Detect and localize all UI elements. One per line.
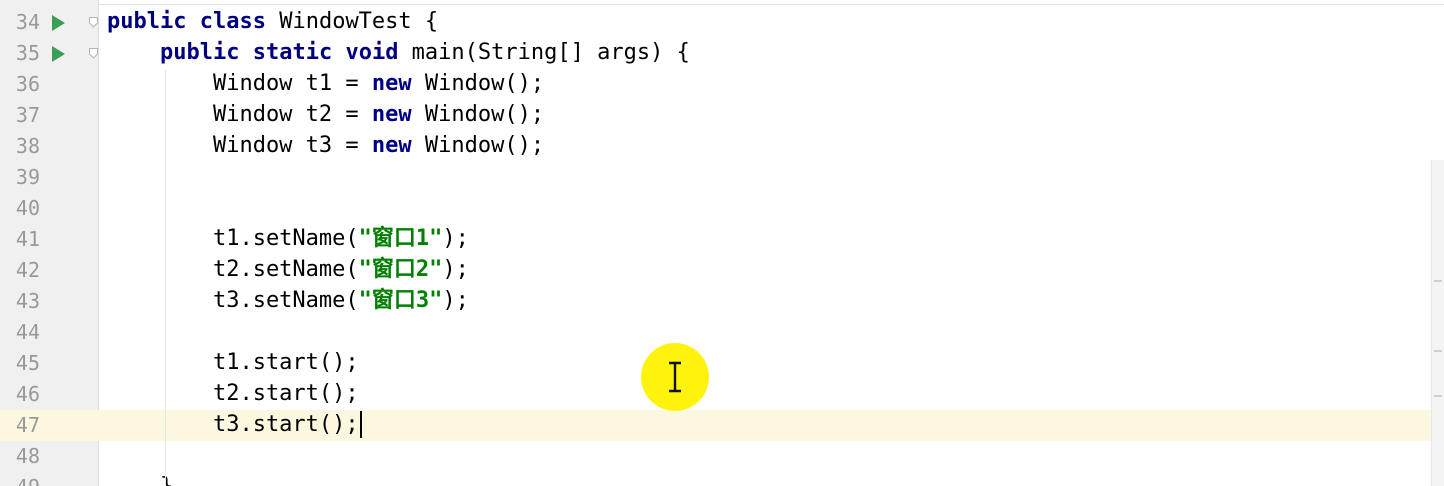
code-token: ); (442, 257, 469, 282)
code-line[interactable]: 37 Window t2 = new Window(); (0, 100, 1444, 131)
text-caret (359, 411, 362, 438)
scrollbar-marker (1434, 395, 1442, 397)
line-number: 45 (15, 351, 40, 375)
line-number: 40 (15, 196, 40, 220)
indent-guide (165, 70, 166, 486)
code-token: t3.setName( (107, 288, 359, 313)
code-line[interactable]: 46 t2.start(); (0, 379, 1444, 410)
line-number: 42 (15, 258, 40, 282)
code-line[interactable]: 43 t3.setName("窗口3"); (0, 286, 1444, 317)
code-token: WindowTest { (265, 9, 439, 34)
line-number: 36 (15, 72, 40, 96)
code-token: Window(); (411, 133, 545, 158)
keyword-token: void (345, 40, 399, 65)
code-text[interactable]: Window t2 = new Window(); (107, 103, 544, 127)
scrollbar-marker (1434, 350, 1442, 352)
line-number: 48 (15, 444, 40, 468)
keyword-token: new (371, 133, 412, 158)
line-number: 39 (15, 165, 40, 189)
code-line[interactable]: 48 (0, 441, 1444, 472)
code-token: ); (442, 226, 469, 251)
line-number: 38 (15, 134, 40, 158)
code-token: t2.start(); (107, 381, 359, 406)
code-token: Window t1 = (107, 71, 372, 96)
code-line[interactable]: 49 } (0, 472, 1444, 486)
scrollbar-marker (1434, 280, 1442, 282)
code-line[interactable]: 47 t3.start(); (0, 410, 1444, 441)
code-line[interactable]: 36 Window t1 = new Window(); (0, 69, 1444, 100)
code-line[interactable]: 41 t1.setName("窗口1"); (0, 224, 1444, 255)
keyword-token: static (252, 40, 333, 65)
code-text[interactable]: } (107, 475, 173, 486)
code-text[interactable]: t2.setName("窗口2"); (107, 258, 469, 282)
code-line[interactable]: 34 public class WindowTest { (0, 7, 1444, 38)
code-token: t3.start(); (107, 412, 359, 437)
string-token: "窗口1" (358, 226, 443, 251)
line-number: 37 (15, 103, 40, 127)
keyword-token: public (107, 9, 187, 34)
code-line[interactable]: 42 t2.setName("窗口2"); (0, 255, 1444, 286)
editor-top-divider (99, 4, 1444, 5)
code-token: t1.setName( (107, 226, 359, 251)
line-number: 49 (6, 476, 40, 486)
code-token: ); (442, 288, 469, 313)
code-line[interactable]: 35 public static void main(String[] args… (0, 38, 1444, 69)
code-token: Window(); (411, 71, 545, 96)
keyword-token: new (371, 102, 412, 127)
keyword-token: class (199, 9, 266, 34)
code-line[interactable]: 39 (0, 162, 1444, 193)
string-token: "窗口2" (358, 257, 443, 282)
code-text[interactable]: t1.setName("窗口1"); (107, 227, 469, 251)
code-editor[interactable]: 34 public class WindowTest { 35 public sta… (0, 0, 1444, 486)
code-text[interactable]: Window t3 = new Window(); (107, 134, 544, 158)
code-text[interactable]: Window t1 = new Window(); (107, 72, 544, 96)
code-token: } (107, 474, 173, 486)
code-line[interactable]: 44 (0, 317, 1444, 348)
code-text[interactable]: public static void main(String[] args) { (107, 41, 690, 65)
code-text[interactable]: t3.start(); (107, 413, 359, 437)
code-line[interactable]: 45 t1.start(); (0, 348, 1444, 379)
text-cursor-ibeam-icon (669, 361, 681, 393)
keyword-token: public (159, 40, 240, 65)
line-number: 43 (15, 289, 40, 313)
string-token: "窗口3" (358, 288, 443, 313)
line-number: 44 (15, 320, 40, 344)
code-text[interactable]: t2.start(); (107, 382, 359, 406)
fold-icon[interactable] (89, 17, 98, 28)
code-text[interactable]: t1.start(); (107, 351, 359, 375)
line-number: 46 (15, 382, 40, 406)
code-token: Window t2 = (107, 102, 372, 127)
code-token: Window t3 = (107, 133, 372, 158)
run-icon[interactable] (52, 15, 65, 31)
code-text[interactable]: t3.setName("窗口3"); (107, 289, 469, 313)
line-number: 35 (15, 41, 40, 65)
code-line[interactable]: 40 (0, 193, 1444, 224)
keyword-token: new (371, 71, 412, 96)
run-icon[interactable] (52, 46, 65, 62)
code-token: Window(); (411, 102, 545, 127)
code-token: t2.setName( (107, 257, 359, 282)
code-line[interactable]: 38 Window t3 = new Window(); (0, 131, 1444, 162)
line-number: 41 (15, 227, 40, 251)
line-number: 47 (15, 413, 40, 437)
code-token: main(String[] args) { (398, 40, 690, 65)
code-token: t1.start(); (107, 350, 359, 375)
line-number: 34 (15, 10, 40, 34)
code-text[interactable]: public class WindowTest { (107, 10, 438, 34)
vertical-scrollbar[interactable] (1431, 160, 1444, 486)
fold-icon[interactable] (89, 48, 98, 59)
